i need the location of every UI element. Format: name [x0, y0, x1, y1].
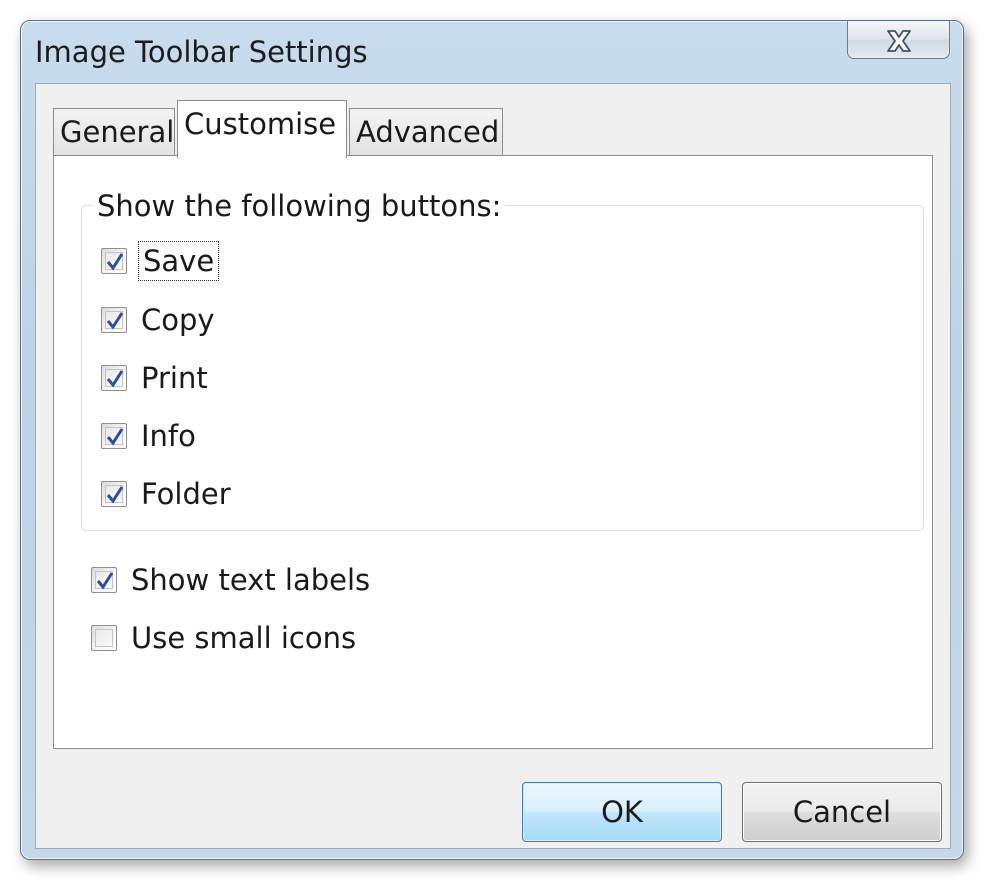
checkbox-info-row[interactable]: Info: [101, 416, 196, 456]
checkbox-show-text-labels-row[interactable]: Show text labels: [91, 560, 370, 600]
checkbox-print[interactable]: [101, 365, 127, 391]
checkbox-show-text-labels-label: Show text labels: [131, 563, 371, 597]
checkbox-save-row[interactable]: Save: [101, 241, 220, 281]
checkbox-show-text-labels[interactable]: [91, 567, 117, 593]
tab-label: Advanced: [356, 115, 500, 149]
cancel-button[interactable]: Cancel: [742, 782, 942, 842]
checkbox-copy-label: Copy: [141, 303, 215, 337]
check-mark-icon: [96, 572, 114, 590]
checkbox-folder[interactable]: [101, 481, 127, 507]
checkbox-info[interactable]: [101, 423, 127, 449]
window-title: Image Toolbar Settings: [35, 35, 368, 69]
tab-customise[interactable]: Customise: [177, 100, 347, 158]
cancel-button-label: Cancel: [792, 795, 892, 829]
checkbox-folder-label: Folder: [141, 477, 231, 511]
ok-button[interactable]: OK: [522, 782, 722, 842]
checkbox-use-small-icons[interactable]: [91, 625, 117, 651]
tab-label: General: [60, 115, 175, 149]
tab-label: Customise: [184, 107, 337, 141]
settings-dialog-window: Image Toolbar Settings General Customise…: [20, 20, 964, 860]
checkbox-use-small-icons-row[interactable]: Use small icons: [91, 618, 356, 658]
checkbox-save[interactable]: [101, 248, 127, 274]
check-mark-icon: [106, 370, 124, 388]
checkbox-use-small-icons-label: Use small icons: [131, 621, 357, 655]
checkbox-copy[interactable]: [101, 307, 127, 333]
ok-button-label: OK: [601, 795, 643, 829]
close-x-icon: [887, 30, 911, 52]
dialog-client-area: General Customise Advanced Show the foll…: [35, 83, 951, 849]
close-button[interactable]: [847, 21, 950, 59]
checkbox-copy-row[interactable]: Copy: [101, 300, 215, 340]
tab-advanced[interactable]: Advanced: [349, 108, 503, 156]
check-mark-icon: [106, 428, 124, 446]
show-buttons-group: Show the following buttons: Save Copy Pr…: [81, 189, 924, 531]
checkbox-info-label: Info: [141, 419, 196, 453]
check-mark-icon: [106, 486, 124, 504]
checkbox-folder-row[interactable]: Folder: [101, 474, 231, 514]
check-mark-icon: [106, 312, 124, 330]
check-mark-icon: [106, 253, 124, 271]
checkbox-print-label: Print: [141, 361, 208, 395]
checkbox-print-row[interactable]: Print: [101, 358, 208, 398]
group-legend: Show the following buttons:: [92, 189, 507, 223]
checkbox-save-label: Save: [137, 241, 220, 281]
tab-general[interactable]: General: [53, 108, 175, 156]
customise-tab-panel: Show the following buttons: Save Copy Pr…: [53, 155, 933, 749]
